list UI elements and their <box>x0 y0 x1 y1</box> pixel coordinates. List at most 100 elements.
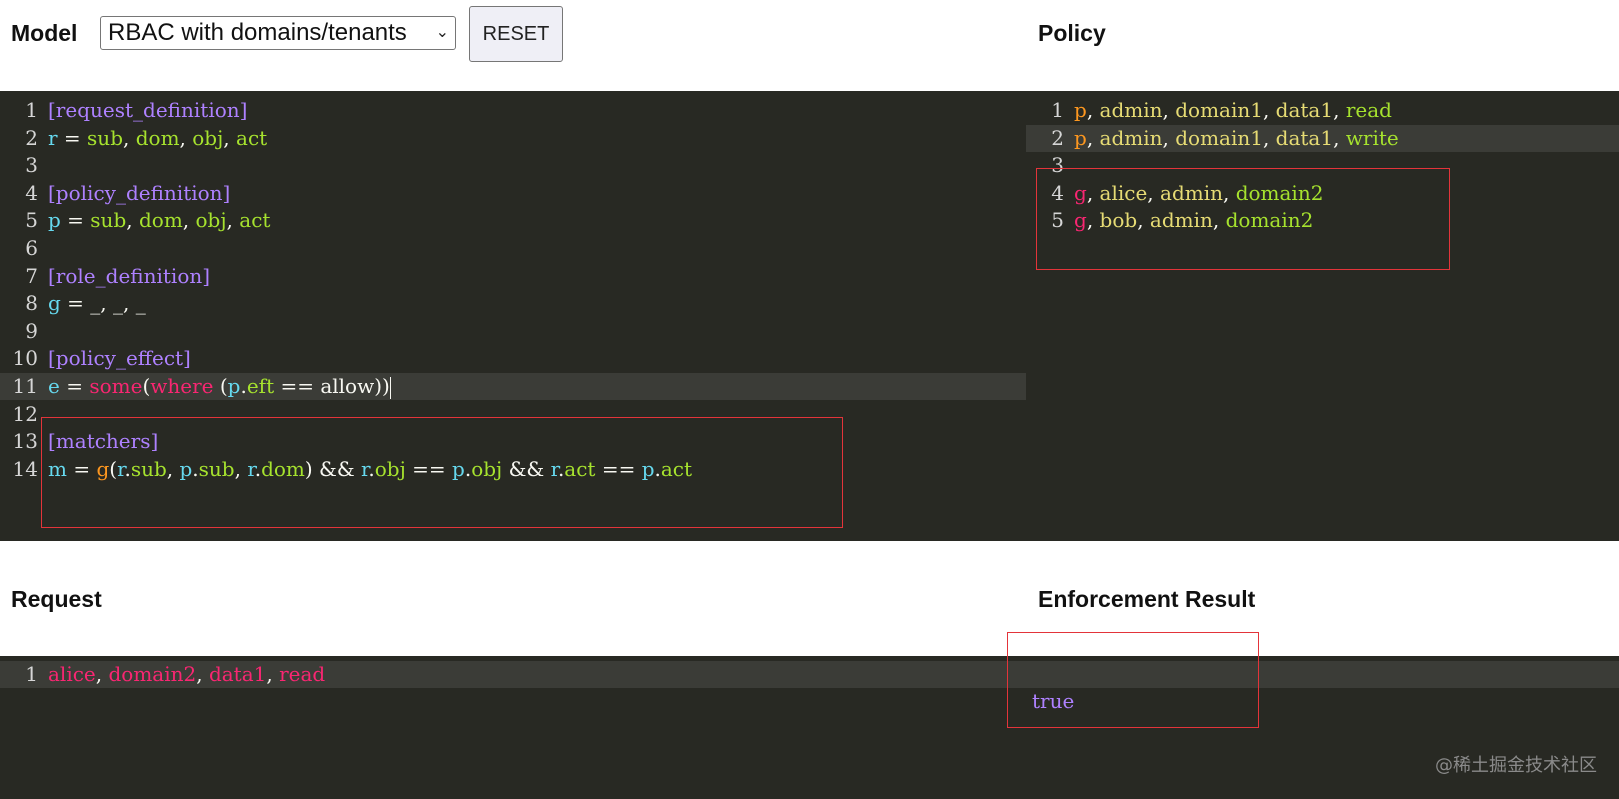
line-number: 14 <box>12 456 38 481</box>
request-heading: Request <box>11 586 102 612</box>
line-number: 1 <box>25 98 38 122</box>
code-token: , <box>1333 125 1346 150</box>
code-token: , <box>182 208 196 233</box>
code-token: g <box>48 291 61 316</box>
code-line[interactable]: 4 [policy_definition] <box>0 180 1026 207</box>
code-token: [request_definition] <box>48 98 248 122</box>
line-number: 13 <box>12 429 38 454</box>
line-number: 5 <box>25 208 38 233</box>
code-token: , <box>1086 98 1100 122</box>
matchers-highlight-box <box>41 417 843 528</box>
code-token: , <box>1262 98 1276 122</box>
line-number: 9 <box>25 318 38 343</box>
result-highlight-box <box>1007 632 1259 728</box>
watermark: @稀土掘金技术社区 <box>1435 755 1597 776</box>
code-token: sub <box>90 208 127 233</box>
code-token: admin <box>1099 125 1163 150</box>
code-token: = <box>60 208 91 233</box>
chevron-down-icon: ⌄ <box>435 24 449 41</box>
line-number: 1 <box>1051 98 1064 122</box>
code-text: p, admin, domain1, data1, write <box>1074 125 1399 152</box>
code-text: [request_definition] <box>48 97 247 124</box>
code-text: p, admin, domain1, data1, read <box>1074 97 1392 124</box>
code-line[interactable]: 10 [policy_effect] <box>0 345 1026 372</box>
code-token: [policy_effect] <box>48 346 191 371</box>
code-token: read <box>1345 98 1392 122</box>
code-token: alice <box>48 662 96 686</box>
line-number: 7 <box>25 263 38 288</box>
line-number: 6 <box>25 236 38 260</box>
code-token: , <box>1162 125 1176 150</box>
code-token: read <box>279 662 326 686</box>
code-line[interactable]: 8g = _, _, _ <box>0 290 1026 317</box>
code-token: p <box>1074 98 1087 122</box>
code-token: = _, _, _ <box>60 291 146 316</box>
model-select[interactable]: RBAC with domains/tenants ⌄ <box>100 16 456 50</box>
code-token: data1 <box>1275 98 1334 122</box>
code-token: write <box>1345 125 1399 150</box>
line-number: 12 <box>12 401 38 426</box>
code-token: = <box>57 125 88 150</box>
code-line[interactable]: 2 p, admin, domain1, data1, write <box>1026 124 1619 152</box>
code-token: , <box>126 208 139 233</box>
line-number: 11 <box>12 374 38 398</box>
code-text: e = some(where (p.eft == allow)) <box>48 373 391 400</box>
code-line[interactable]: 9 <box>0 318 1026 345</box>
code-token: e <box>48 374 60 398</box>
code-line[interactable]: 3 <box>0 152 1026 179</box>
code-token: data1 <box>208 662 267 686</box>
code-text: alice, domain2, data1, read <box>48 661 325 688</box>
code-text: r = sub, dom, obj, act <box>48 125 267 152</box>
code-token: admin <box>1099 98 1163 122</box>
code-token: = <box>59 374 90 398</box>
code-text: g = _, _, _ <box>48 290 146 317</box>
line-number: 8 <box>25 291 38 316</box>
code-line[interactable]: 2 r = sub, dom, obj, act <box>0 125 1026 152</box>
code-line[interactable]: 11 e = some(where (p.eft == allow)) <box>0 373 1026 400</box>
code-token: act <box>239 208 271 233</box>
line-number: 4 <box>25 180 38 205</box>
code-token: , <box>226 208 240 233</box>
code-token: sub <box>87 125 123 150</box>
reset-button[interactable]: RESET <box>469 6 563 62</box>
code-line[interactable]: 7 [role_definition] <box>0 263 1026 290</box>
code-text: p = sub, dom, obj, act <box>48 207 270 234</box>
line-number: 2 <box>25 125 38 150</box>
policy-heading: Policy <box>1038 20 1106 46</box>
code-text: [role_definition] <box>48 263 210 290</box>
code-token: == allow)) <box>274 374 390 398</box>
code-line[interactable]: 1 [request_definition] <box>0 97 1026 124</box>
code-token: act <box>236 125 268 150</box>
code-token: p <box>1074 125 1087 150</box>
code-token: [role_definition] <box>48 263 211 288</box>
code-token: domain1 <box>1175 98 1263 122</box>
code-line[interactable]: 1 p, admin, domain1, data1, read <box>1026 97 1619 124</box>
code-line[interactable]: 6 <box>0 235 1026 262</box>
code-token: , <box>95 662 109 686</box>
line-number: 10 <box>12 346 38 371</box>
code-text: [policy_effect] <box>48 345 191 372</box>
code-token: data1 <box>1275 125 1334 150</box>
model-select-value: RBAC with domains/tenants <box>108 19 407 46</box>
code-token: , <box>1162 98 1176 122</box>
code-token: obj <box>192 125 224 150</box>
model-heading: Model <box>11 20 78 46</box>
code-line[interactable]: 5p = sub, dom, obj, act <box>0 207 1026 234</box>
code-token: , <box>1262 125 1276 150</box>
code-token: domain1 <box>1175 125 1263 150</box>
code-token: ( <box>213 374 228 398</box>
code-token: p <box>48 208 61 233</box>
code-token: where <box>150 374 214 398</box>
code-token: dom <box>138 208 183 233</box>
line-number: 1 <box>25 662 38 686</box>
code-token: [policy_definition] <box>48 180 231 205</box>
policy-highlight-box <box>1036 168 1450 270</box>
code-token: , <box>266 662 280 686</box>
code-token: , <box>223 125 237 150</box>
policy-editor[interactable]: 1 p, admin, domain1, data1, read 2 p, admin… <box>1026 91 1619 541</box>
code-token: obj <box>195 208 227 233</box>
code-token: domain2 <box>108 662 197 686</box>
code-text: [policy_definition] <box>48 180 230 207</box>
request-editor[interactable]: 1 alice, domain2, data1, read <box>0 656 1026 799</box>
code-line[interactable]: 1 alice, domain2, data1, read <box>0 661 1026 688</box>
